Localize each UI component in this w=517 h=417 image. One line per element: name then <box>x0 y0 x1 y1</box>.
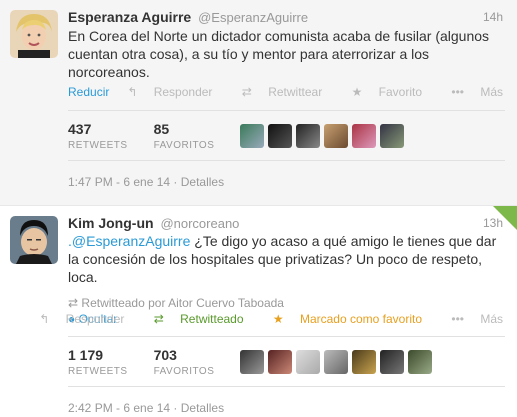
favorites-label: FAVORITOS <box>153 140 215 151</box>
retweet-button[interactable]: ⇄ Retwittear <box>229 85 322 99</box>
favoriters-avatars <box>240 124 408 148</box>
more-icon: ••• <box>451 312 464 326</box>
user-avatar[interactable] <box>268 350 293 374</box>
user-avatar[interactable] <box>324 124 349 148</box>
user-avatar[interactable] <box>268 124 293 148</box>
author-handle[interactable]: @EsperanzAguirre <box>198 10 308 25</box>
author-name-text[interactable]: Kim Jong-un <box>68 215 154 231</box>
retweets-label: RETWEETS <box>68 366 128 377</box>
tweet-detail-time: 2:42 PM - 6 ene 14 · Detalles <box>68 401 225 415</box>
retweeted-by-text[interactable]: Retwitteado por Aitor Cuervo Taboada <box>81 296 284 310</box>
more-label: Más <box>480 85 503 99</box>
divider <box>68 386 505 387</box>
retweets-count: 437 <box>68 121 92 137</box>
tweet-timestamp[interactable]: 14h <box>483 10 503 24</box>
favorite-button[interactable]: ★ Favorito <box>339 85 422 99</box>
more-button[interactable]: ••• Más <box>438 85 503 99</box>
more-icon: ••• <box>451 85 464 99</box>
author-name-text[interactable]: Esperanza Aguirre <box>68 9 191 25</box>
retweet-icon: ⇄ <box>153 312 164 326</box>
reply-icon: ↰ <box>39 312 50 326</box>
tweet-actions: ↰ Responder ⇄ Retwitteado ★ Marcado como… <box>13 312 503 326</box>
reply-icon: ↰ <box>127 85 138 99</box>
tweet-text: En Corea del Norte un dictador comunista… <box>68 28 490 80</box>
retweet-icon: ⇄ <box>241 85 252 99</box>
retweets-stat[interactable]: 1 179 RETWEETS <box>68 347 128 377</box>
user-avatar[interactable] <box>352 124 377 148</box>
favorites-count: 85 <box>153 121 170 137</box>
favorite-label: Favorito <box>378 85 423 99</box>
retweet-icon: ⇄ <box>68 296 79 310</box>
favorites-count: 703 <box>153 347 177 363</box>
favorites-label: FAVORITOS <box>153 366 215 377</box>
tweet-timestamp[interactable]: 13h <box>483 216 503 230</box>
tweet-kim: Kim Jong-un @norcoreano 13h .@EsperanzAg… <box>0 205 517 417</box>
detail-timestamp[interactable]: 1:47 PM - 6 ene 14 <box>68 175 170 189</box>
detail-timestamp[interactable]: 2:42 PM - 6 ene 14 <box>68 401 170 415</box>
user-avatar[interactable] <box>380 350 405 374</box>
tweet-stats: 437 RETWEETS 85 FAVORITOS <box>68 121 408 151</box>
tweet-stats: 1 179 RETWEETS 703 FAVORITOS <box>68 347 436 377</box>
user-avatar[interactable] <box>352 350 377 374</box>
favorites-stat[interactable]: 703 FAVORITOS <box>154 347 215 377</box>
divider <box>68 110 505 111</box>
details-link[interactable]: Detalles <box>181 175 224 189</box>
star-icon: ★ <box>351 85 363 99</box>
user-avatar[interactable] <box>408 350 433 374</box>
star-icon: ★ <box>272 312 284 326</box>
tweet-text: .@EsperanzAguirre ¿Te digo yo acaso a qu… <box>68 232 508 286</box>
user-avatar[interactable] <box>380 124 405 148</box>
mention-link[interactable]: .@EsperanzAguirre <box>68 233 190 249</box>
reply-button[interactable]: ↰ Responder <box>114 85 212 99</box>
retweets-label: RETWEETS <box>68 140 128 151</box>
divider <box>68 336 505 337</box>
favorites-stat[interactable]: 85 FAVORITOS <box>154 121 215 151</box>
favorited-label: Marcado como favorito <box>299 312 423 326</box>
reply-button[interactable]: ↰ Responder <box>26 312 124 326</box>
avatar-kim[interactable] <box>10 216 58 264</box>
favoriters-avatars <box>240 350 436 374</box>
user-avatar[interactable] <box>324 350 349 374</box>
retweets-stat[interactable]: 437 RETWEETS <box>68 121 128 151</box>
reply-label: Responder <box>153 85 213 99</box>
user-avatar[interactable] <box>240 350 265 374</box>
divider <box>68 160 505 161</box>
more-button[interactable]: ••• Más <box>438 312 503 326</box>
retweet-label: Retwittear <box>268 85 323 99</box>
retweeted-by-note: ⇄ Retwitteado por Aitor Cuervo Taboada <box>68 296 284 310</box>
tweet-esperanza: Esperanza Aguirre @EsperanzAguirre 14h E… <box>0 0 517 205</box>
avatar-esperanza[interactable] <box>10 10 58 58</box>
author-name[interactable]: Kim Jong-un @norcoreano <box>68 215 239 231</box>
retweeted-button[interactable]: ⇄ Retwitteado <box>141 312 244 326</box>
author-handle[interactable]: @norcoreano <box>160 216 239 231</box>
reply-label: Responder <box>65 312 125 326</box>
author-name[interactable]: Esperanza Aguirre @EsperanzAguirre <box>68 9 308 25</box>
user-avatar[interactable] <box>296 124 321 148</box>
retweeted-label: Retwitteado <box>180 312 244 326</box>
details-link[interactable]: Detalles <box>181 401 224 415</box>
tweet-actions: ↰ Responder ⇄ Retwittear ★ Favorito ••• … <box>101 85 503 99</box>
user-avatar[interactable] <box>296 350 321 374</box>
more-label: Más <box>480 312 503 326</box>
user-avatar[interactable] <box>240 124 265 148</box>
favorited-button[interactable]: ★ Marcado como favorito <box>260 312 422 326</box>
retweets-count: 1 179 <box>68 347 104 363</box>
tweet-detail-time: 1:47 PM - 6 ene 14 · Detalles <box>68 175 225 189</box>
